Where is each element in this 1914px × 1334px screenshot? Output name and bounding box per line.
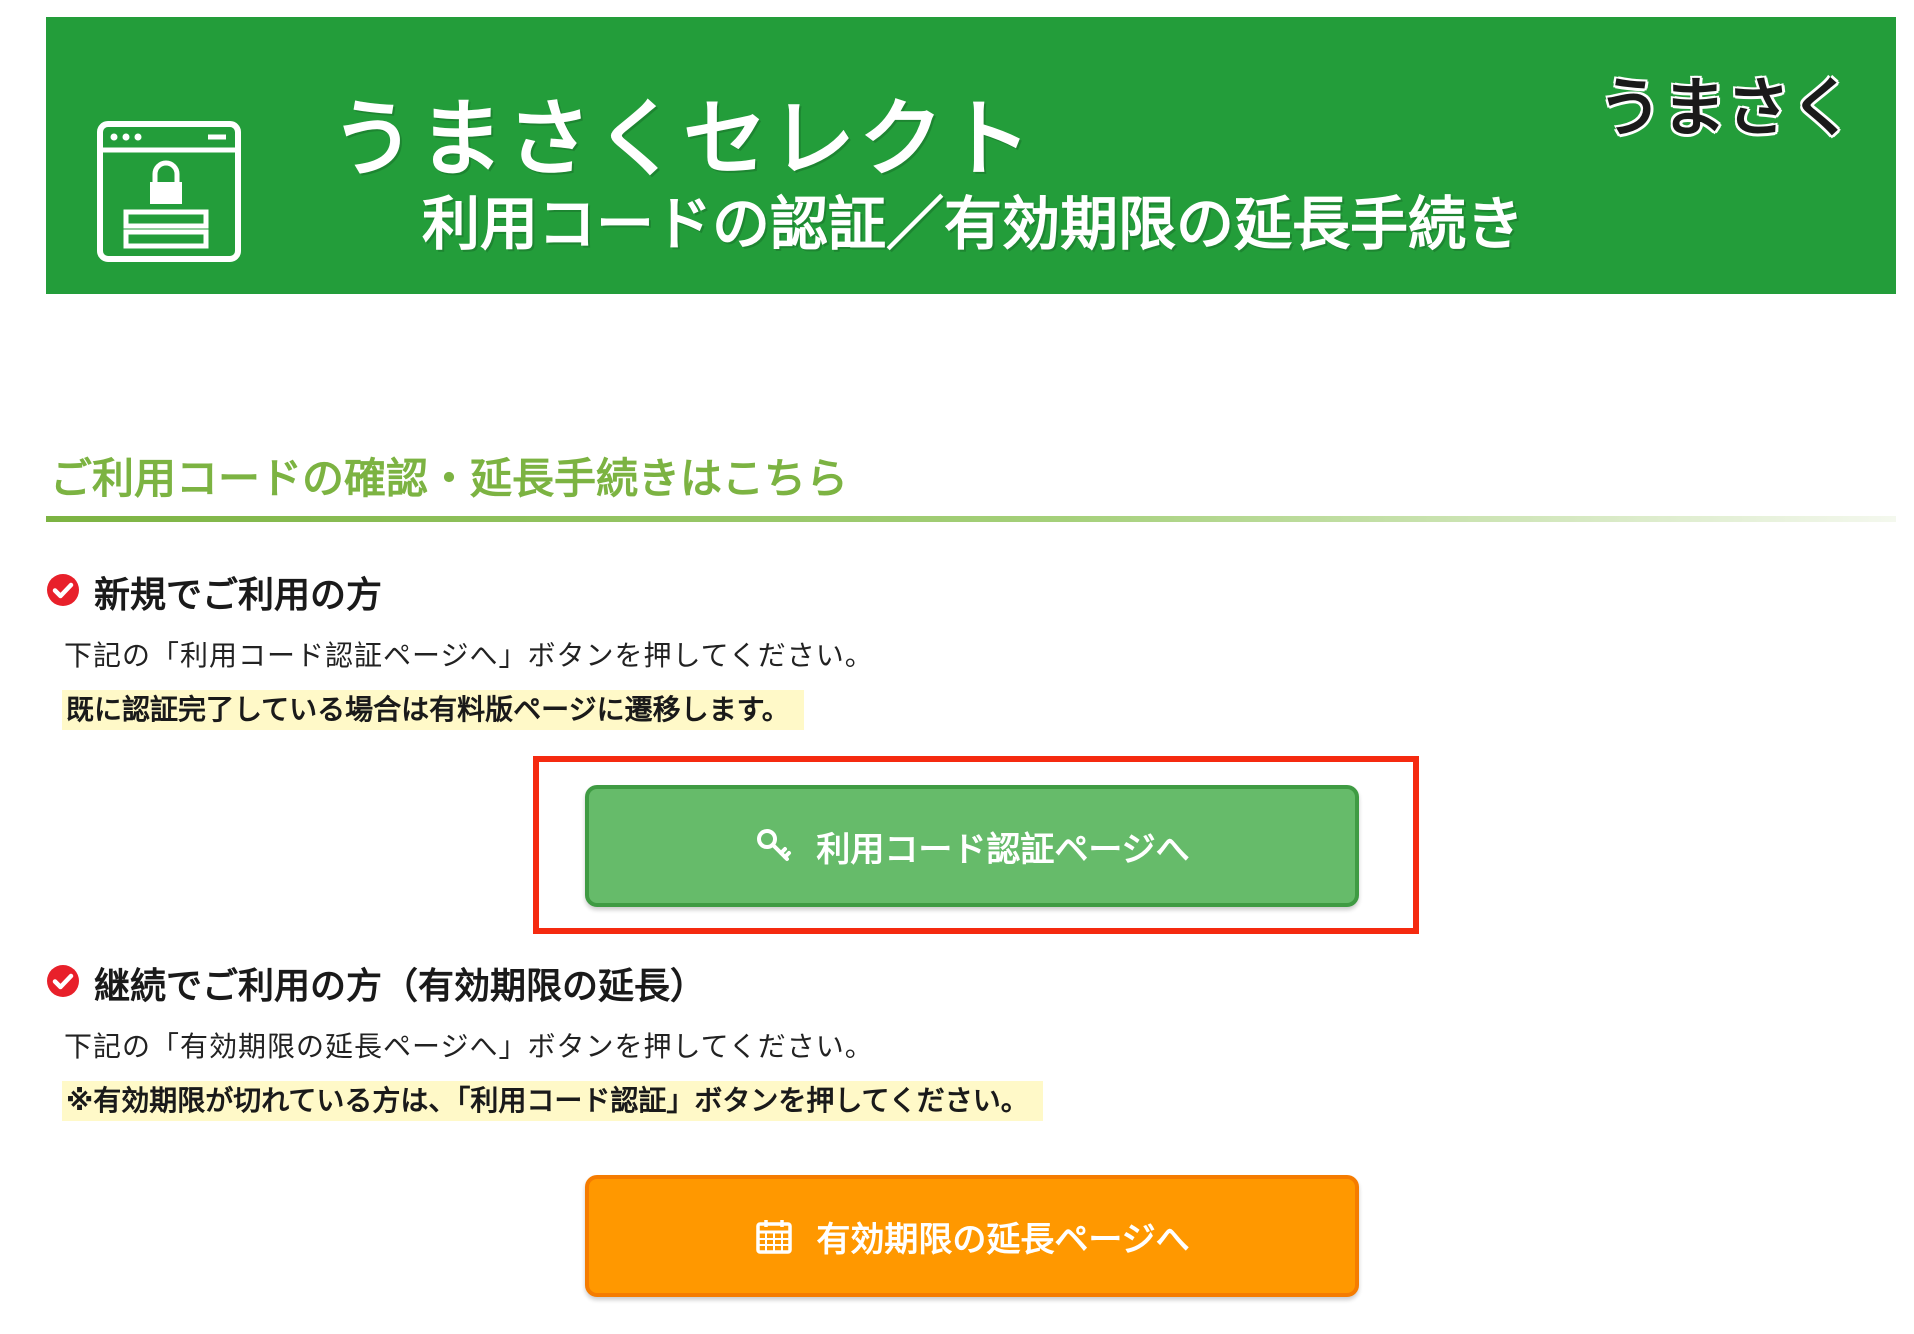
continuing-users-instruction: 下記の「有効期限の延長ページへ」ボタンを押してください。	[64, 1030, 874, 1063]
extend-expiration-button-label: 有効期限の延長ページへ	[816, 1219, 1190, 1260]
section-heading: ご利用コードの確認・延長手続きはこちら	[50, 454, 849, 503]
header-banner: うまさくセレクト 利用コードの認証／有効期限の延長手続き うまさく	[46, 17, 1896, 294]
key-icon	[757, 829, 792, 861]
new-users-heading: 新規でご利用の方	[94, 575, 383, 616]
code-authentication-button-label: 利用コード認証ページへ	[816, 829, 1190, 870]
banner-subtitle: 利用コードの認証／有効期限の延長手続き	[422, 190, 1525, 258]
calendar-icon	[756, 1220, 793, 1254]
code-authentication-button[interactable]: 利用コード認証ページへ	[585, 785, 1359, 907]
banner-title: うまさくセレクト	[331, 90, 1036, 188]
extend-expiration-button[interactable]: 有効期限の延長ページへ	[585, 1175, 1359, 1297]
check-circle-icon	[47, 965, 79, 997]
new-users-instruction: 下記の「利用コード認証ページへ」ボタンを押してください。	[64, 639, 874, 672]
continuing-users-note: ※有効期限が切れている方は、「利用コード認証」ボタンを押してください。	[62, 1081, 1043, 1121]
new-users-note: 既に認証完了している場合は有料版ページに遷移します。	[62, 690, 804, 730]
section-divider	[46, 516, 1896, 522]
continuing-users-heading: 継続でご利用の方（有効期限の延長）	[94, 966, 707, 1007]
check-circle-icon	[47, 574, 79, 606]
locked-browser-window-icon	[97, 121, 241, 262]
brand-logo: うまさく	[1598, 72, 1854, 146]
